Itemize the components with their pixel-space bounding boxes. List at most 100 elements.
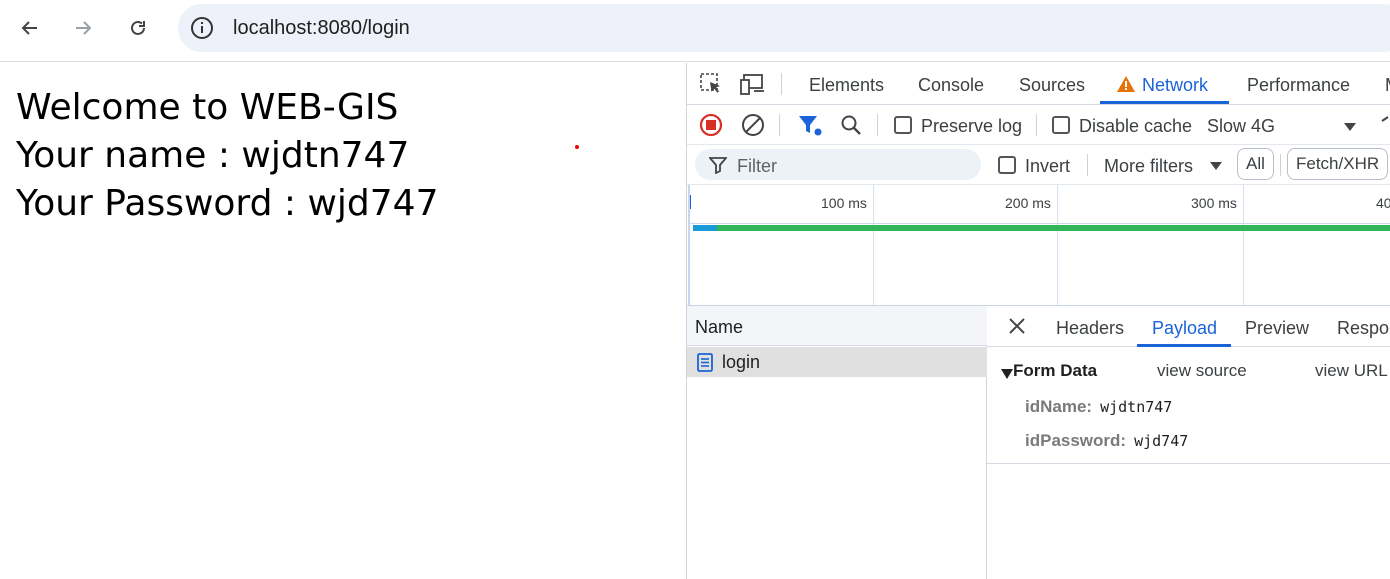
tick-label: 40 [1376, 195, 1390, 211]
device-icon [740, 74, 764, 95]
request-download-bar [717, 225, 1390, 231]
more-filters-dropdown[interactable]: More filters [1104, 156, 1226, 178]
field-key: idPassword: [1025, 431, 1127, 450]
form-data-toggle[interactable] [1001, 365, 1013, 379]
clear-icon [742, 114, 764, 136]
form-data-title: Form Data [1013, 361, 1098, 380]
field-value: wjdtn747 [1100, 398, 1173, 416]
tab-elements[interactable]: Elements [809, 75, 884, 96]
throttling-value: Slow 4G [1207, 116, 1276, 136]
devtools-tab-bar: Elements Console Sources Network Perform… [687, 63, 1390, 105]
forward-button[interactable] [66, 11, 100, 45]
forward-arrow-icon [76, 21, 92, 35]
request-detail-panel: Headers Payload Preview Respor Form Data… [987, 306, 1390, 579]
browser-toolbar: localhost:8080/login [0, 0, 1390, 62]
info-icon[interactable] [190, 16, 214, 40]
field-key: idName: [1025, 397, 1093, 416]
tab-performance[interactable]: Performance [1247, 75, 1350, 96]
grid-line [1243, 185, 1244, 305]
request-row[interactable]: login [687, 347, 987, 377]
select-element-icon [700, 73, 720, 93]
triangle-down-icon [1001, 369, 1013, 379]
document-icon [697, 353, 713, 372]
tick-label: 300 ms [1191, 195, 1237, 211]
name-column-header[interactable]: Name [687, 306, 987, 346]
request-list: Name login [687, 306, 987, 579]
invert-label: Invert [1025, 156, 1071, 176]
gear-icon [1381, 116, 1389, 122]
back-button[interactable] [13, 11, 47, 45]
view-url-encoded-link[interactable]: view URL [1315, 361, 1388, 381]
tab-response[interactable]: Respor [1337, 318, 1390, 339]
filter-input[interactable]: Filter [695, 149, 981, 180]
tab-sources[interactable]: Sources [1019, 75, 1085, 96]
network-settings-button[interactable] [1379, 113, 1390, 137]
preserve-log-checkbox[interactable] [894, 116, 912, 134]
close-icon [1009, 318, 1025, 334]
search-button[interactable] [839, 113, 863, 137]
divider [877, 114, 878, 136]
tab-network-label: Network [1142, 75, 1209, 95]
page-content: Welcome to WEB-GIS Your name : wjdtn747 … [0, 63, 686, 579]
filter-chip-all[interactable]: All [1237, 148, 1274, 180]
filter-bar: Filter Invert More filters All Fetch/XHR [687, 145, 1390, 185]
tab-preview[interactable]: Preview [1245, 318, 1309, 339]
warning-icon [1117, 76, 1135, 92]
name-line: Your name : wjdtn747 [16, 135, 410, 176]
record-stop-icon [699, 113, 723, 137]
address-bar[interactable]: localhost:8080/login [178, 4, 1390, 52]
network-overview-timeline[interactable]: 100 ms 200 ms 300 ms 40 [687, 185, 1390, 306]
tab-headers[interactable]: Headers [1056, 318, 1124, 339]
grid-line [1057, 185, 1058, 305]
tab-payload[interactable]: Payload [1152, 318, 1217, 339]
reload-button[interactable] [121, 11, 155, 45]
preserve-log-label: Preserve log [921, 116, 1023, 136]
filter-placeholder: Filter [737, 156, 777, 176]
password-line: Your Password : wjd747 [16, 183, 439, 224]
tab-console[interactable]: Console [918, 75, 984, 96]
view-source-link[interactable]: view source [1157, 361, 1247, 381]
reload-icon [131, 20, 145, 35]
detail-tab-bar: Headers Payload Preview Respor [987, 306, 1390, 347]
form-field-row: idPassword: wjd747 [1025, 431, 1188, 451]
disable-cache-label: Disable cache [1079, 116, 1193, 136]
network-toolbar: Preserve log Disable cache Slow 4G [687, 105, 1390, 145]
divider [1036, 114, 1037, 136]
tick-label: 200 ms [1005, 195, 1051, 211]
disable-cache-checkbox[interactable] [1052, 116, 1070, 134]
grid-line [873, 185, 874, 305]
chevron-down-icon [1210, 162, 1222, 170]
tab-more[interactable]: M [1385, 75, 1390, 96]
active-tab-indicator [1100, 101, 1229, 104]
filter-icon [709, 157, 727, 174]
funnel-icon [799, 116, 822, 136]
divider [1280, 154, 1281, 176]
stop-recording-button[interactable] [699, 113, 723, 137]
welcome-heading: Welcome to WEB-GIS [16, 87, 399, 128]
close-detail-button[interactable] [1007, 316, 1027, 336]
chevron-down-icon [1344, 123, 1356, 131]
request-name: login [722, 352, 761, 372]
device-toolbar-button[interactable] [739, 72, 767, 96]
clear-button[interactable] [741, 113, 765, 137]
timeline-baseline [689, 223, 1390, 224]
url-text[interactable]: localhost:8080/login [233, 17, 410, 40]
throttling-select[interactable]: Slow 4G [1207, 116, 1357, 138]
form-field-row: idName: wjdtn747 [1025, 397, 1172, 417]
field-value: wjd747 [1134, 432, 1189, 450]
devtools-panel: Elements Console Sources Network Perform… [686, 63, 1390, 579]
filter-toggle-button[interactable] [797, 113, 823, 137]
tick-label: 100 ms [821, 195, 867, 211]
inspect-element-button[interactable] [699, 72, 723, 96]
back-arrow-icon [21, 21, 37, 35]
divider [779, 114, 780, 136]
active-detail-tab-indicator [1137, 344, 1231, 347]
divider [1087, 154, 1088, 176]
name-column-label: Name [695, 317, 744, 337]
grid-line [688, 185, 690, 305]
invert-checkbox[interactable] [998, 156, 1016, 174]
request-waiting-bar [693, 225, 717, 231]
search-icon [841, 115, 861, 135]
filter-chip-fetch-xhr[interactable]: Fetch/XHR [1287, 148, 1389, 180]
red-dot [575, 145, 579, 149]
